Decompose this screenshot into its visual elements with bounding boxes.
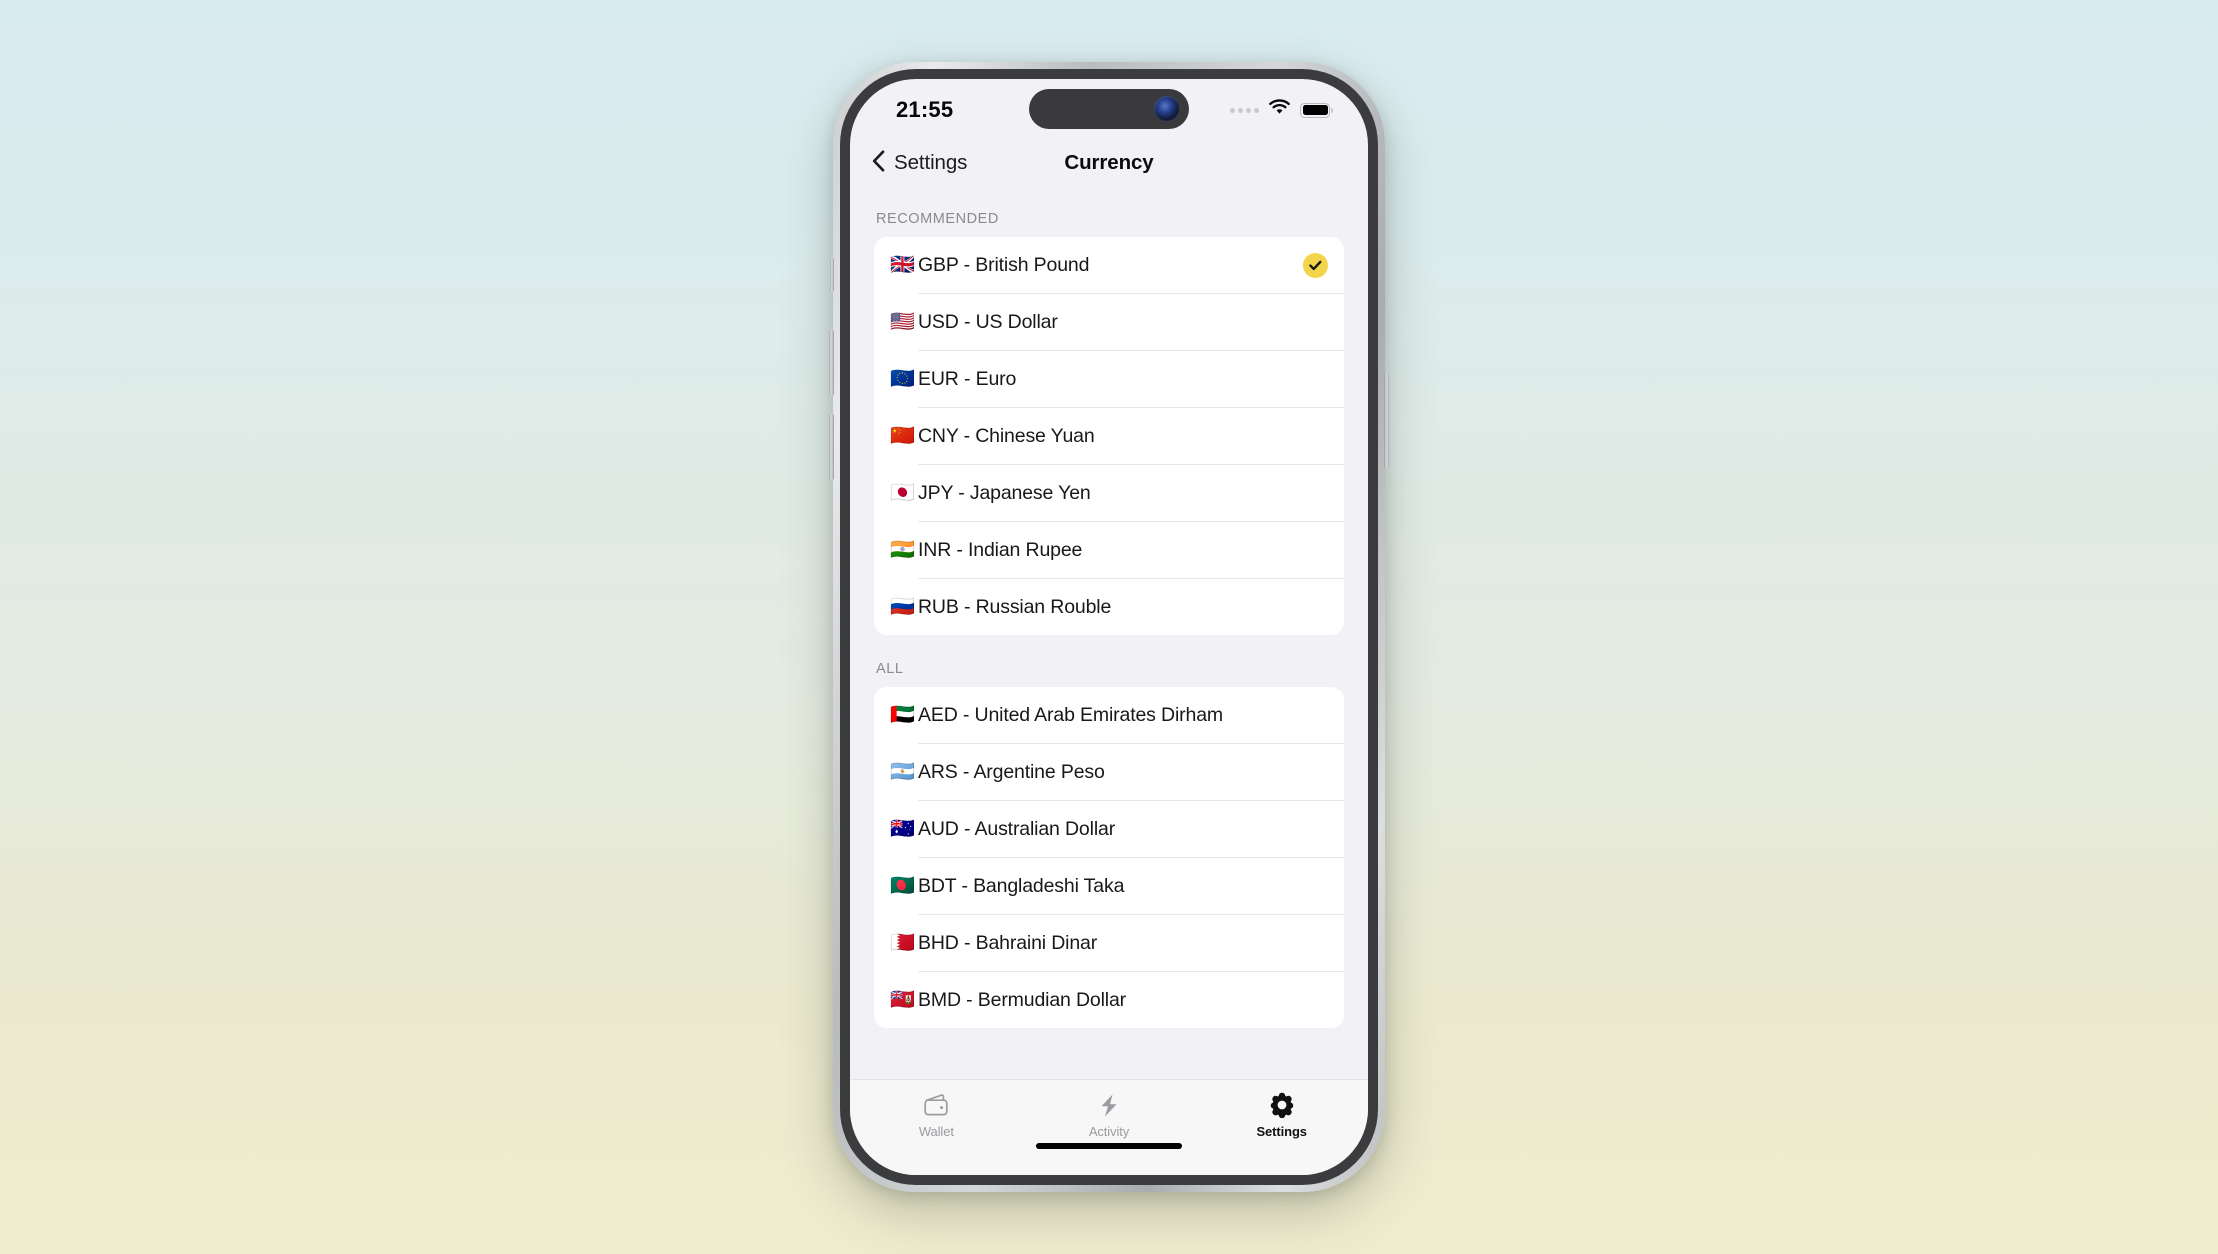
currency-row[interactable]: 🇦🇺 AUD - Australian Dollar: [874, 801, 1344, 857]
silent-switch-button[interactable]: [830, 258, 834, 292]
currency-row-label: INR - Indian Rupee: [918, 538, 1083, 561]
currency-row[interactable]: 🇨🇳 CNY - Chinese Yuan: [874, 408, 1344, 464]
country-flag-icon: 🇬🇧: [890, 254, 915, 276]
navigation-bar: Settings Currency: [850, 137, 1368, 189]
country-flag-icon: 🇧🇩: [890, 875, 915, 897]
home-indicator[interactable]: [1036, 1143, 1182, 1149]
power-button[interactable]: [1384, 372, 1389, 468]
battery-full-icon: [1300, 102, 1333, 118]
currency-row[interactable]: 🇦🇪 AED - United Arab Emirates Dirham: [874, 687, 1344, 743]
currency-section-card: 🇦🇪 AED - United Arab Emirates Dirham 🇦🇷 ARS…: [874, 687, 1344, 1028]
country-flag-icon: 🇦🇺: [890, 818, 915, 840]
currency-list-scroll[interactable]: RECOMMENDED 🇬🇧 GBP - British Pound 🇺🇸 USD - …: [850, 189, 1368, 1079]
currency-row[interactable]: 🇧🇭 BHD - Bahraini Dinar: [874, 915, 1344, 971]
currency-row-label: JPY - Japanese Yen: [918, 481, 1091, 504]
currency-row[interactable]: 🇬🇧 GBP - British Pound: [874, 237, 1344, 293]
country-flag-icon: 🇦🇪: [890, 704, 915, 726]
currency-row-label: BDT - Bangladeshi Taka: [918, 874, 1125, 897]
currency-row-label: RUB - Russian Rouble: [918, 595, 1112, 618]
tab-settings-label: Settings: [1256, 1124, 1307, 1139]
currency-row-label: USD - US Dollar: [918, 310, 1058, 333]
currency-row-label: BMD - Bermudian Dollar: [918, 988, 1127, 1011]
wifi-icon: [1268, 99, 1291, 121]
currency-row[interactable]: 🇯🇵 JPY - Japanese Yen: [874, 465, 1344, 521]
cellular-dots-icon: [1230, 107, 1259, 113]
gear-icon: [1269, 1092, 1295, 1118]
section-header: ALL: [876, 661, 904, 677]
currency-row-label: EUR - Euro: [918, 367, 1017, 390]
lightning-bolt-icon: [1098, 1092, 1120, 1118]
currency-row-label: GBP - British Pound: [918, 253, 1090, 276]
tab-activity-label: Activity: [1088, 1124, 1130, 1139]
phone-screen: 21:55 Settings Currency RECOMMENDED 🇬🇧 G…: [850, 79, 1368, 1175]
volume-up-button[interactable]: [829, 330, 834, 396]
country-flag-icon: 🇨🇳: [890, 425, 915, 447]
currency-row[interactable]: 🇪🇺 EUR - Euro: [874, 351, 1344, 407]
currency-row[interactable]: 🇮🇳 INR - Indian Rupee: [874, 522, 1344, 578]
currency-row[interactable]: 🇦🇷 ARS - Argentine Peso: [874, 744, 1344, 800]
tab-settings[interactable]: Settings: [1195, 1092, 1368, 1139]
dynamic-island: [1029, 89, 1189, 129]
country-flag-icon: 🇮🇳: [890, 539, 915, 561]
country-flag-icon: 🇧🇲: [890, 989, 915, 1011]
currency-row-label: ARS - Argentine Peso: [918, 760, 1105, 783]
country-flag-icon: 🇪🇺: [890, 368, 915, 390]
currency-row[interactable]: 🇧🇩 BDT - Bangladeshi Taka: [874, 858, 1344, 914]
tab-bar: Wallet Activity Settings: [850, 1079, 1368, 1175]
currency-row[interactable]: 🇷🇺 RUB - Russian Rouble: [874, 579, 1344, 635]
section-header: RECOMMENDED: [876, 211, 999, 227]
volume-down-button[interactable]: [829, 414, 834, 480]
currency-row-label: BHD - Bahraini Dinar: [918, 931, 1098, 954]
status-bar: 21:55: [850, 79, 1368, 137]
country-flag-icon: 🇦🇷: [890, 761, 915, 783]
country-flag-icon: 🇯🇵: [890, 482, 915, 504]
currency-row-label: AED - United Arab Emirates Dirham: [918, 703, 1223, 726]
country-flag-icon: 🇧🇭: [890, 932, 915, 954]
currency-row[interactable]: 🇺🇸 USD - US Dollar: [874, 294, 1344, 350]
tab-wallet[interactable]: Wallet: [850, 1092, 1023, 1139]
wallet-icon: [923, 1092, 950, 1118]
back-button-label: Settings: [894, 151, 968, 174]
status-time: 21:55: [896, 97, 954, 122]
tab-wallet-label: Wallet: [918, 1124, 954, 1139]
currency-row[interactable]: 🇧🇲 BMD - Bermudian Dollar: [874, 972, 1344, 1028]
back-button[interactable]: Settings: [872, 149, 968, 177]
country-flag-icon: 🇺🇸: [890, 311, 915, 333]
country-flag-icon: 🇷🇺: [890, 596, 915, 618]
currency-row-label: CNY - Chinese Yuan: [918, 424, 1095, 447]
chevron-left-icon: [872, 149, 885, 177]
currency-row-label: AUD - Australian Dollar: [918, 817, 1116, 840]
phone-device: 21:55 Settings Currency RECOMMENDED 🇬🇧 G…: [829, 62, 1389, 1192]
currency-section-card: 🇬🇧 GBP - British Pound 🇺🇸 USD - US Dollar 🇪🇺…: [874, 237, 1344, 635]
tab-activity[interactable]: Activity: [1023, 1092, 1196, 1139]
status-indicators: [1230, 95, 1333, 121]
selected-check-icon: [1303, 252, 1328, 278]
page-title: Currency: [1064, 151, 1154, 174]
front-camera-lens-icon: [1154, 96, 1180, 122]
